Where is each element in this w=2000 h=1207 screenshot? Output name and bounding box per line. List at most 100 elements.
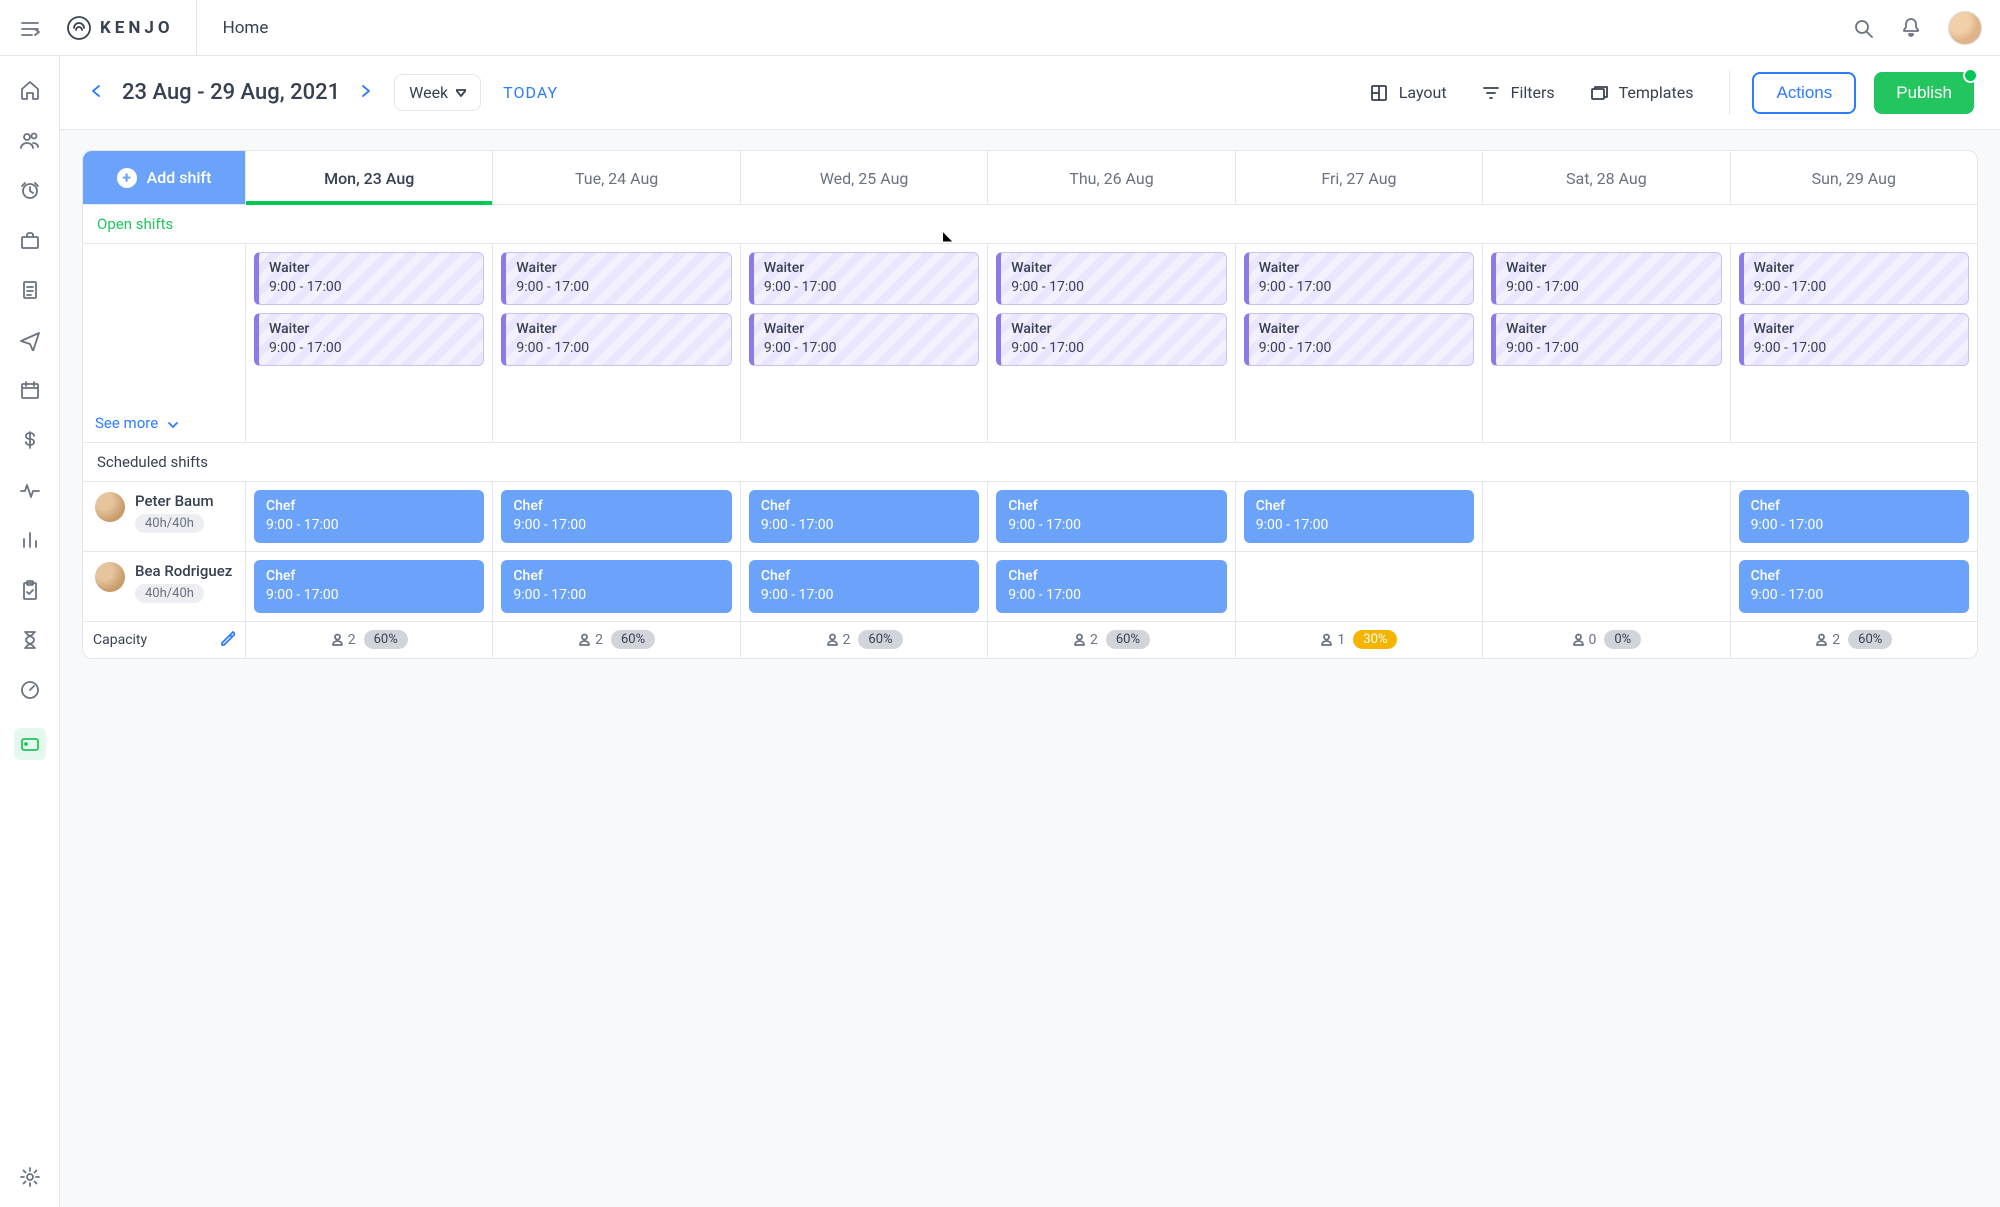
open-shift-card[interactable]: Waiter9:00 - 17:00 bbox=[1739, 252, 1969, 305]
employee-avatar bbox=[95, 562, 125, 592]
schedule-cell[interactable]: Chef9:00 - 17:00 bbox=[492, 482, 739, 551]
open-shift-cell[interactable]: Waiter9:00 - 17:00 Waiter9:00 - 17:00 bbox=[492, 244, 739, 442]
day-header[interactable]: Fri, 27 Aug bbox=[1235, 151, 1482, 204]
schedule-cell[interactable]: Chef9:00 - 17:00 bbox=[492, 552, 739, 621]
home-icon[interactable] bbox=[18, 78, 42, 102]
day-header[interactable]: Sun, 29 Aug bbox=[1730, 151, 1977, 204]
assigned-shift-card[interactable]: Chef9:00 - 17:00 bbox=[1739, 490, 1969, 543]
view-select[interactable]: Week bbox=[394, 74, 481, 111]
assigned-shift-card[interactable]: Chef9:00 - 17:00 bbox=[501, 560, 731, 613]
next-week-icon[interactable] bbox=[354, 80, 376, 106]
brand-text: KENJO bbox=[100, 18, 174, 38]
assigned-shift-card[interactable]: Chef9:00 - 17:00 bbox=[749, 560, 979, 613]
employee-cell[interactable]: Peter Baum40h/40h bbox=[83, 482, 245, 551]
open-shift-cell[interactable]: Waiter9:00 - 17:00 Waiter9:00 - 17:00 bbox=[740, 244, 987, 442]
day-header[interactable]: Sat, 28 Aug bbox=[1482, 151, 1729, 204]
schedule-cell[interactable]: Chef9:00 - 17:00 bbox=[987, 482, 1234, 551]
capacity-count: 2 bbox=[826, 632, 851, 648]
assigned-shift-card[interactable]: Chef9:00 - 17:00 bbox=[1244, 490, 1474, 543]
filters-button[interactable]: Filters bbox=[1481, 83, 1555, 103]
open-shift-card[interactable]: Waiter9:00 - 17:00 bbox=[501, 252, 731, 305]
user-avatar[interactable] bbox=[1948, 11, 1982, 45]
see-more-button[interactable]: See more bbox=[83, 244, 245, 442]
schedule-cell[interactable] bbox=[1482, 482, 1729, 551]
briefcase-icon[interactable] bbox=[18, 228, 42, 252]
shift-role: Waiter bbox=[764, 259, 968, 278]
schedule-cell[interactable]: Chef9:00 - 17:00 bbox=[1235, 482, 1482, 551]
clipboard-check-icon[interactable] bbox=[18, 578, 42, 602]
document-icon[interactable] bbox=[18, 278, 42, 302]
brand-logo[interactable]: KENJO bbox=[60, 0, 197, 55]
actions-button[interactable]: Actions bbox=[1752, 72, 1856, 114]
shift-role: Waiter bbox=[1259, 259, 1463, 278]
open-shift-card[interactable]: Waiter9:00 - 17:00 bbox=[1491, 252, 1721, 305]
schedule-cell[interactable]: Chef9:00 - 17:00 bbox=[987, 552, 1234, 621]
schedule-cell[interactable] bbox=[1235, 552, 1482, 621]
assigned-shift-card[interactable]: Chef9:00 - 17:00 bbox=[254, 560, 484, 613]
assigned-shift-card[interactable]: Chef9:00 - 17:00 bbox=[749, 490, 979, 543]
open-shift-cell[interactable]: Waiter9:00 - 17:00 Waiter9:00 - 17:00 bbox=[1482, 244, 1729, 442]
add-shift-button[interactable]: + Add shift bbox=[83, 151, 245, 204]
assigned-shift-card[interactable]: Chef9:00 - 17:00 bbox=[996, 490, 1226, 543]
assigned-shift-card[interactable]: Chef9:00 - 17:00 bbox=[996, 560, 1226, 613]
schedule-cell[interactable]: Chef9:00 - 17:00 bbox=[740, 552, 987, 621]
person-icon bbox=[578, 633, 591, 646]
open-shift-card[interactable]: Waiter9:00 - 17:00 bbox=[996, 252, 1226, 305]
search-icon[interactable] bbox=[1852, 17, 1874, 39]
open-shift-cell[interactable]: Waiter9:00 - 17:00 Waiter9:00 - 17:00 bbox=[987, 244, 1234, 442]
edit-capacity-icon[interactable] bbox=[219, 630, 235, 650]
open-shift-cell[interactable]: Waiter9:00 - 17:00 Waiter9:00 - 17:00 bbox=[245, 244, 492, 442]
employee-cell[interactable]: Bea Rodriguez40h/40h bbox=[83, 552, 245, 621]
open-shift-card[interactable]: Waiter9:00 - 17:00 bbox=[254, 313, 484, 366]
open-shifts-label: Open shifts bbox=[83, 205, 1977, 243]
breadcrumb[interactable]: Home bbox=[197, 18, 269, 38]
bar-chart-icon[interactable] bbox=[18, 528, 42, 552]
menu-toggle-icon[interactable] bbox=[0, 17, 60, 39]
shift-time: 9:00 - 17:00 bbox=[513, 516, 719, 535]
clock-icon[interactable] bbox=[18, 178, 42, 202]
today-button[interactable]: TODAY bbox=[503, 83, 558, 102]
calendar-icon[interactable] bbox=[18, 378, 42, 402]
prev-week-icon[interactable] bbox=[86, 80, 108, 106]
open-shift-card[interactable]: Waiter9:00 - 17:00 bbox=[1244, 252, 1474, 305]
open-shift-card[interactable]: Waiter9:00 - 17:00 bbox=[1739, 313, 1969, 366]
open-shift-card[interactable]: Waiter9:00 - 17:00 bbox=[501, 313, 731, 366]
open-shift-card[interactable]: Waiter9:00 - 17:00 bbox=[1244, 313, 1474, 366]
shift-role: Chef bbox=[1751, 567, 1957, 586]
open-shift-card[interactable]: Waiter9:00 - 17:00 bbox=[1491, 313, 1721, 366]
gauge-icon[interactable] bbox=[18, 678, 42, 702]
pulse-icon[interactable] bbox=[18, 478, 42, 502]
schedule-cell[interactable]: Chef9:00 - 17:00 bbox=[1730, 482, 1977, 551]
schedule-cell[interactable] bbox=[1482, 552, 1729, 621]
shift-role: Waiter bbox=[516, 320, 720, 339]
settings-icon[interactable] bbox=[18, 1165, 42, 1189]
assigned-shift-card[interactable]: Chef9:00 - 17:00 bbox=[254, 490, 484, 543]
shift-plan-icon[interactable] bbox=[14, 728, 46, 760]
day-header[interactable]: Tue, 24 Aug bbox=[492, 151, 739, 204]
open-shift-card[interactable]: Waiter9:00 - 17:00 bbox=[254, 252, 484, 305]
hourglass-icon[interactable] bbox=[18, 628, 42, 652]
open-shift-card[interactable]: Waiter9:00 - 17:00 bbox=[996, 313, 1226, 366]
publish-button[interactable]: Publish bbox=[1874, 72, 1974, 114]
plane-icon[interactable] bbox=[18, 328, 42, 352]
day-header[interactable]: Thu, 26 Aug bbox=[987, 151, 1234, 204]
people-icon[interactable] bbox=[18, 128, 42, 152]
dollar-icon[interactable] bbox=[18, 428, 42, 452]
day-header[interactable]: Wed, 25 Aug bbox=[740, 151, 987, 204]
open-shift-cell[interactable]: Waiter9:00 - 17:00 Waiter9:00 - 17:00 bbox=[1730, 244, 1977, 442]
open-shift-card[interactable]: Waiter9:00 - 17:00 bbox=[749, 313, 979, 366]
open-shift-cell[interactable]: Waiter9:00 - 17:00 Waiter9:00 - 17:00 bbox=[1235, 244, 1482, 442]
templates-button[interactable]: Templates bbox=[1589, 83, 1694, 103]
bell-icon[interactable] bbox=[1900, 17, 1922, 39]
person-icon bbox=[826, 633, 839, 646]
schedule-cell[interactable]: Chef9:00 - 17:00 bbox=[1730, 552, 1977, 621]
open-shift-card[interactable]: Waiter9:00 - 17:00 bbox=[749, 252, 979, 305]
layout-button[interactable]: Layout bbox=[1369, 83, 1447, 103]
shift-time: 9:00 - 17:00 bbox=[266, 516, 472, 535]
schedule-cell[interactable]: Chef9:00 - 17:00 bbox=[245, 552, 492, 621]
assigned-shift-card[interactable]: Chef9:00 - 17:00 bbox=[1739, 560, 1969, 613]
schedule-cell[interactable]: Chef9:00 - 17:00 bbox=[740, 482, 987, 551]
day-header[interactable]: Mon, 23 Aug bbox=[245, 151, 492, 204]
assigned-shift-card[interactable]: Chef9:00 - 17:00 bbox=[501, 490, 731, 543]
schedule-cell[interactable]: Chef9:00 - 17:00 bbox=[245, 482, 492, 551]
